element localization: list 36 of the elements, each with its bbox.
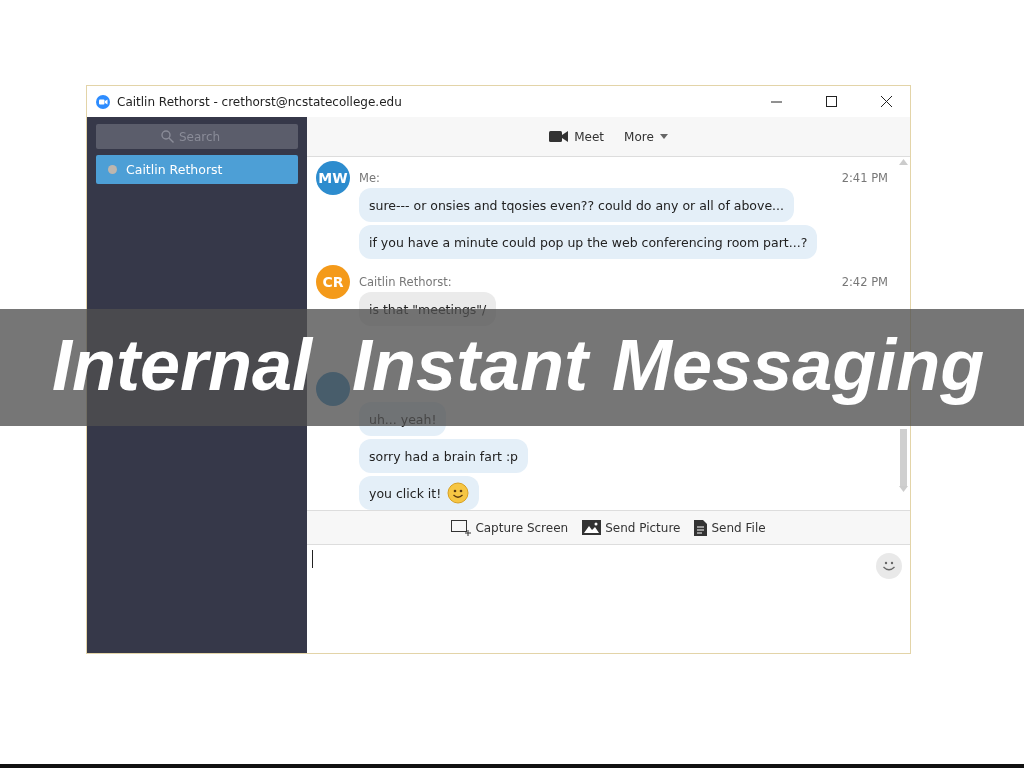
video-camera-icon	[549, 131, 569, 142]
message-bubble: you click it!	[359, 476, 480, 510]
sender-name: Me:	[359, 171, 380, 183]
banner-title-word: Internal	[52, 334, 313, 397]
banner-title-word: Messaging	[612, 324, 985, 408]
maximize-icon	[825, 96, 837, 107]
message-bubble: sorry had a brain fart :p	[359, 439, 529, 473]
smiley-icon	[447, 482, 470, 504]
caret-icon	[659, 134, 668, 139]
scroll-up-icon[interactable]	[899, 159, 908, 165]
avatar: MW	[316, 161, 350, 195]
picture-button[interactable]: Send Picture	[581, 519, 682, 536]
document-icon	[694, 519, 708, 536]
contact-name: Caitlin Rethorst	[126, 162, 223, 177]
file-button[interactable]: Send File	[693, 518, 767, 537]
status-dot	[108, 165, 117, 174]
emoji-button[interactable]	[876, 553, 902, 579]
window-title: Caitlin Rethorst - crethorst@ncstatecollege.edu	[117, 94, 403, 109]
scroll-down-icon[interactable]	[899, 486, 908, 492]
banner-title-word: Instant	[352, 334, 589, 397]
sender-name: Caitlin Rethorst:	[359, 275, 452, 287]
message-bubble: if you have a minute could pop up the web conferencing room part...?	[359, 225, 818, 259]
app-logo-icon	[96, 94, 110, 109]
message-time: 2:41 PM	[841, 171, 888, 183]
scrollbar-thumb[interactable]	[900, 429, 907, 486]
minimize-icon	[770, 100, 782, 103]
message-time: 2:42 PM	[841, 275, 888, 287]
capture-button[interactable]: Capture Screen	[450, 518, 570, 537]
avatar: CR	[316, 265, 350, 299]
search-icon	[161, 130, 174, 143]
capture-screen-icon	[451, 519, 472, 536]
image-icon	[582, 520, 602, 535]
message-bubble: sure--- or onsies and tqosies even?? could do any or all of above...	[359, 188, 794, 222]
meet-button[interactable]: Meet	[547, 127, 607, 146]
close-icon	[880, 96, 892, 107]
more-dropdown[interactable]: More	[622, 127, 670, 146]
